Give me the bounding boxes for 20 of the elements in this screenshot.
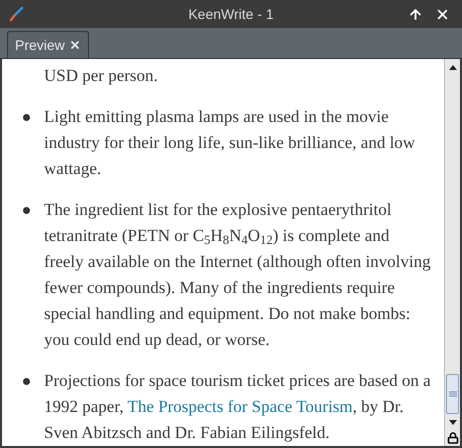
scrollbar[interactable] (444, 59, 460, 446)
bullet-text: Projections for space tourism ticket prices are based on a 1992 paper, The Prospects for Space Tourism, by Dr. Sven Abitzsch and Dr. Fabian Eilingsfeld. (44, 370, 432, 444)
tab[interactable]: Preview (7, 31, 89, 58)
down-arrow-icon (448, 420, 456, 424)
close-icon[interactable] (68, 39, 81, 51)
bullet-icon (22, 207, 30, 214)
link[interactable]: The Prospects for Space Tourism (128, 397, 353, 416)
bullet-text: The ingredient list for the explosive pentaerythritol tetranitrate (PETN or C$_{5}$H$_{8}$N$_{4}$O$_{12}$) is complete and freely available on the Internet (although often involving fewer compounds). Many of the ingredients require special handling and equipment. Do not make bombs: you could end up dead, or worse. (44, 199, 432, 351)
up-arrow-icon (448, 64, 456, 70)
window-title: KeenWrite - 1 (188, 4, 274, 24)
grip-icon (448, 391, 456, 397)
maximize-icon[interactable] (408, 6, 423, 22)
tab-label: Preview (15, 36, 65, 54)
paragraph-text: USD per person. (43, 65, 159, 87)
bullet-icon (22, 114, 30, 121)
bullet-text: Light emitting plasma lamps are used in the movie industry for their long life, sun-like brilliance, and low wattage. (44, 106, 416, 180)
lock-icon[interactable] (446, 432, 458, 444)
scroll-thumb[interactable] (446, 374, 459, 414)
paintbrush-icon (8, 6, 24, 22)
bullet-icon (22, 378, 30, 385)
